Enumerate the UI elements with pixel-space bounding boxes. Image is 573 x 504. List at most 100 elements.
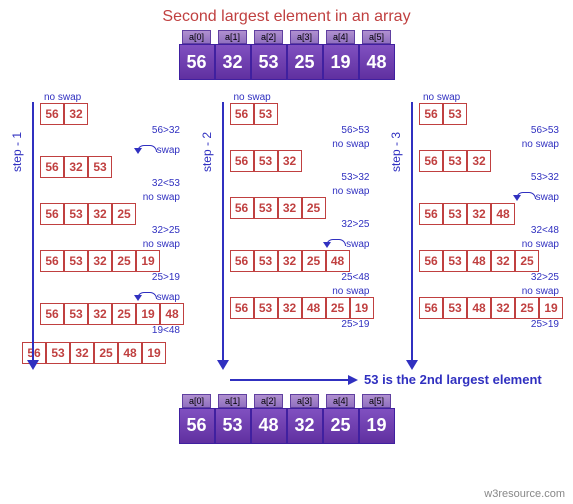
cell-index: a[2] (254, 394, 283, 408)
cell-value: 56 (179, 44, 215, 80)
swap-arc-icon (137, 286, 157, 300)
box-row: 565332254819 (22, 342, 573, 364)
comparison-row: no swap5653322532>25 (40, 192, 184, 236)
row-top-label: no swap (332, 139, 369, 150)
box-row: 565332482519 (230, 297, 374, 319)
row-top-label: no swap (522, 286, 559, 297)
cell: 48 (160, 303, 184, 325)
cell: 56 (40, 203, 64, 225)
cell: 19 (136, 303, 160, 325)
cell: 53 (88, 156, 112, 178)
cell-index: a[1] (218, 394, 247, 408)
step-label: step - 2 (200, 132, 214, 172)
cell: 56 (40, 250, 64, 272)
comparison-row: swap56325332<53 (40, 139, 184, 189)
row-top-label: no swap (44, 92, 81, 103)
box-row: 565348322519 (419, 297, 563, 319)
box-row: 5653483225 (419, 250, 539, 272)
comparison-row: swap565332254825<48 (230, 233, 374, 283)
row-top-label: swap (137, 139, 180, 156)
cell: 53 (443, 297, 467, 319)
cell-index: a[4] (326, 394, 355, 408)
row-bottom-label: 32>25 (152, 225, 180, 236)
cell: 48 (326, 250, 350, 272)
comparison-row: no swap56533253>32 (419, 139, 563, 183)
comparison-row: swap56533225194819<48 (40, 286, 184, 336)
row-bottom-label: 32>25 (531, 272, 559, 283)
cell: 32 (64, 103, 88, 125)
step-rows: no swap563256>32swap56325332<53no swap56… (40, 92, 184, 336)
row-bottom-label: 25<48 (341, 272, 369, 283)
box-row: 565332251948 (40, 303, 184, 325)
cell-value: 53 (215, 408, 251, 444)
box-row: 5653322548 (230, 250, 350, 272)
cell: 56 (40, 156, 64, 178)
cell: 32 (491, 250, 515, 272)
box-row: 5632 (40, 103, 88, 125)
cell: 25 (515, 250, 539, 272)
cell: 48 (302, 297, 326, 319)
cell: 32 (88, 203, 112, 225)
array-cell: a[5]48 (359, 30, 395, 80)
cell-value: 19 (359, 408, 395, 444)
cell: 53 (64, 203, 88, 225)
row-top-label: no swap (234, 92, 271, 103)
cell: 19 (136, 250, 160, 272)
diagram-title: Second largest element in an array (0, 0, 573, 26)
array-cell: a[1]32 (215, 30, 251, 80)
step-column: step - 2no swap565356>53no swap56533253>… (200, 92, 374, 336)
array-cell: a[0]56 (179, 30, 215, 80)
row-bottom-label: 56>53 (341, 125, 369, 136)
cell: 32 (88, 250, 112, 272)
cell: 56 (40, 103, 64, 125)
cell: 56 (419, 150, 443, 172)
row-top-label: swap (326, 233, 369, 250)
cell-value: 32 (287, 408, 323, 444)
box-row: 565332 (419, 150, 491, 172)
cell: 32 (70, 342, 94, 364)
array-cell: a[1]53 (215, 394, 251, 444)
cell: 56 (419, 103, 443, 125)
cell-value: 53 (251, 44, 287, 80)
array-cell: a[2]53 (251, 30, 287, 80)
cell: 56 (230, 103, 254, 125)
cell-value: 56 (179, 408, 215, 444)
row-bottom-label: 53>32 (341, 172, 369, 183)
cell: 53 (443, 203, 467, 225)
cell: 19 (350, 297, 374, 319)
comparison-row: no swap565356>53 (230, 92, 374, 136)
row-bottom-label: 53>32 (531, 172, 559, 183)
cell: 56 (40, 303, 64, 325)
array-cell: a[0]56 (179, 394, 215, 444)
cell: 53 (254, 150, 278, 172)
cell-value: 25 (287, 44, 323, 80)
step-column: step - 3no swap565356>53no swap56533253>… (389, 92, 563, 336)
cell: 53 (254, 297, 278, 319)
cell-index: a[2] (254, 30, 283, 44)
cell: 48 (467, 250, 491, 272)
row-top-label: swap (516, 186, 559, 203)
row-top-label: no swap (143, 192, 180, 203)
cell-index: a[0] (182, 30, 211, 44)
swap-arc-icon (516, 186, 536, 200)
cell: 32 (278, 150, 302, 172)
result-text: 53 is the 2nd largest element (364, 372, 542, 388)
cell-index: a[0] (182, 394, 211, 408)
bottom-array: a[0]56a[1]53a[2]48a[3]32a[4]25a[5]19 (0, 394, 573, 444)
cell: 48 (491, 203, 515, 225)
comparison-row: no swap565332251925>19 (40, 239, 184, 283)
cell-value: 32 (215, 44, 251, 80)
array-cell: a[4]25 (323, 394, 359, 444)
cell: 53 (443, 250, 467, 272)
row-bottom-label: 56>53 (531, 125, 559, 136)
steps-columns: step - 1no swap563256>32swap56325332<53n… (0, 92, 573, 336)
row-bottom-label: 19<48 (152, 325, 180, 336)
cell: 25 (515, 297, 539, 319)
comparison-row: swap5653324832<48 (419, 186, 563, 236)
cell-value: 19 (323, 44, 359, 80)
cell: 56 (419, 297, 443, 319)
comparison-row: no swap563256>32 (40, 92, 184, 136)
cell-value: 48 (251, 408, 287, 444)
comparison-row: no swap56533253>32 (230, 139, 374, 183)
step-label: step - 1 (10, 132, 24, 172)
